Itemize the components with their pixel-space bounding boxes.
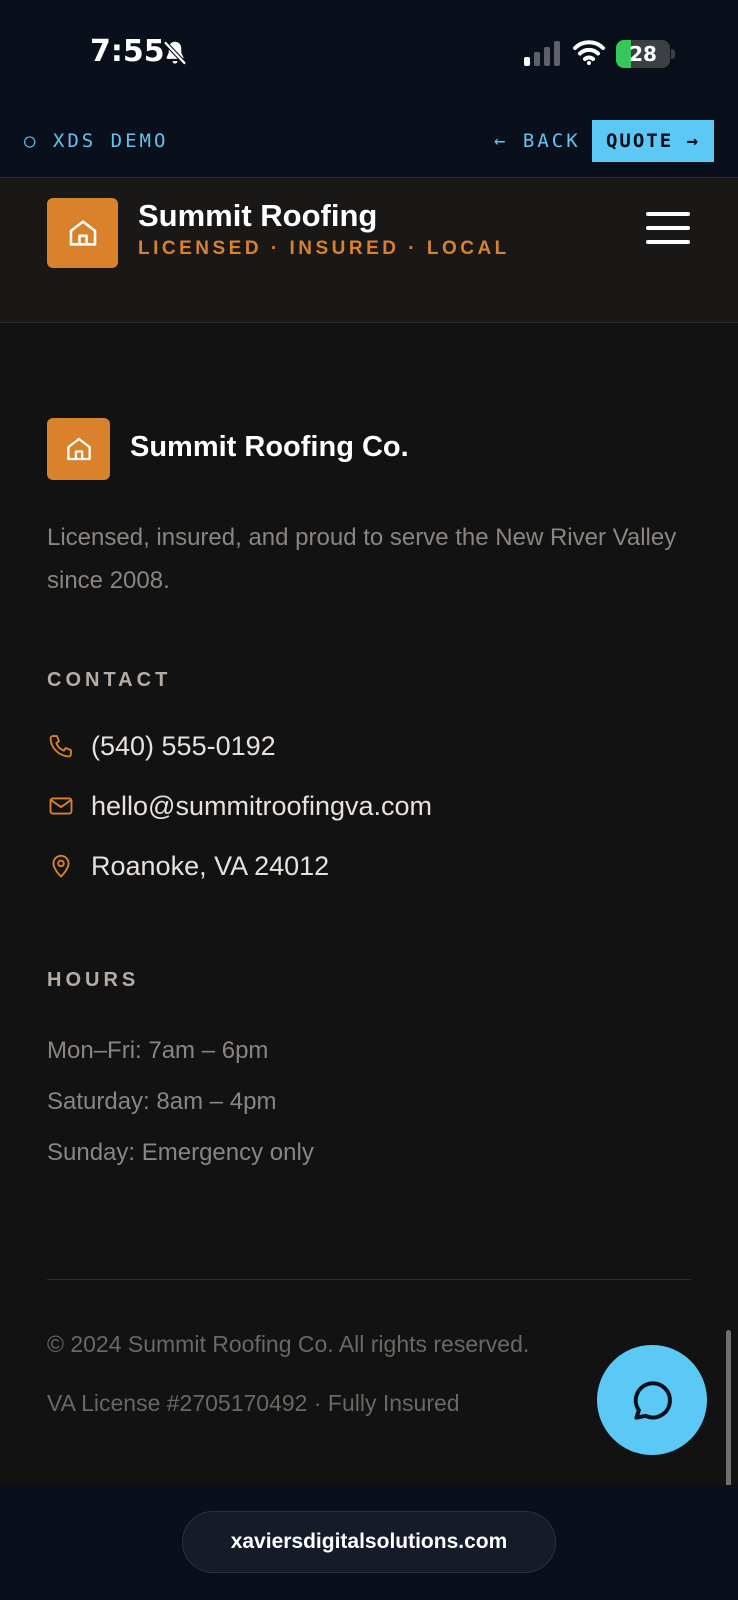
copyright-text: © 2024 Summit Roofing Co. All rights res…: [47, 1331, 530, 1357]
status-time: 7:55: [90, 34, 165, 69]
footer-description: Licensed, insured, and proud to serve th…: [47, 524, 677, 594]
status-bar: 7:55 28: [0, 0, 738, 110]
hours-weekday: Mon–Fri: 7am – 6pm: [47, 1037, 269, 1064]
battery-tip: [671, 49, 675, 59]
browser-bottom-bar: xaviersdigitalsolutions.com: [0, 1485, 738, 1600]
contact-email[interactable]: hello@summitroofingva.com: [47, 786, 432, 826]
quote-button[interactable]: QUOTE →: [592, 120, 714, 162]
contact-phone[interactable]: (540) 555-0192: [47, 726, 276, 766]
footer-logo: [47, 418, 110, 480]
battery-icon: 28: [616, 40, 670, 68]
mail-icon: [49, 797, 73, 815]
chat-button[interactable]: [597, 1345, 707, 1455]
xds-demo-label: ○ XDS DEMO: [24, 130, 169, 152]
map-pin-icon: [52, 854, 70, 878]
hours-sunday: Sunday: Emergency only: [47, 1139, 314, 1166]
chat-icon: [633, 1381, 672, 1420]
hours-saturday: Saturday: 8am – 4pm: [47, 1088, 277, 1115]
house-icon: [66, 437, 91, 461]
footer-divider: [47, 1279, 691, 1280]
site-header: Summit Roofing LICENSED · INSURED · LOCA…: [0, 178, 738, 323]
url-bar[interactable]: xaviersdigitalsolutions.com: [182, 1511, 556, 1573]
header-logo[interactable]: [47, 198, 118, 268]
phone-icon: [49, 735, 72, 758]
license-text: VA License #2705170492 · Fully Insured: [47, 1390, 460, 1416]
scrollbar[interactable]: [726, 1330, 731, 1490]
contact-location: Roanoke, VA 24012: [47, 846, 329, 886]
back-link[interactable]: ← BACK: [494, 130, 581, 152]
location-text: Roanoke, VA 24012: [91, 850, 330, 881]
hours-heading: HOURS: [47, 969, 140, 991]
header-brand-name[interactable]: Summit Roofing: [138, 198, 377, 234]
house-icon: [69, 220, 96, 246]
header-tagline: LICENSED · INSURED · LOCAL: [138, 238, 510, 259]
contact-heading: CONTACT: [47, 669, 172, 691]
footer-brand-name: Summit Roofing Co.: [130, 431, 409, 463]
signal-icon: [524, 41, 560, 66]
wifi-icon: [573, 40, 605, 65]
bell-slash-icon: [163, 40, 187, 66]
phone-number[interactable]: (540) 555-0192: [91, 731, 276, 762]
email-address[interactable]: hello@summitroofingva.com: [91, 791, 432, 822]
menu-icon[interactable]: [646, 212, 690, 248]
site-footer: Summit Roofing Co. Licensed, insured, an…: [0, 323, 738, 1485]
demo-bar: ○ XDS DEMO ← BACK QUOTE →: [0, 110, 738, 178]
battery-level: 28: [629, 42, 657, 66]
